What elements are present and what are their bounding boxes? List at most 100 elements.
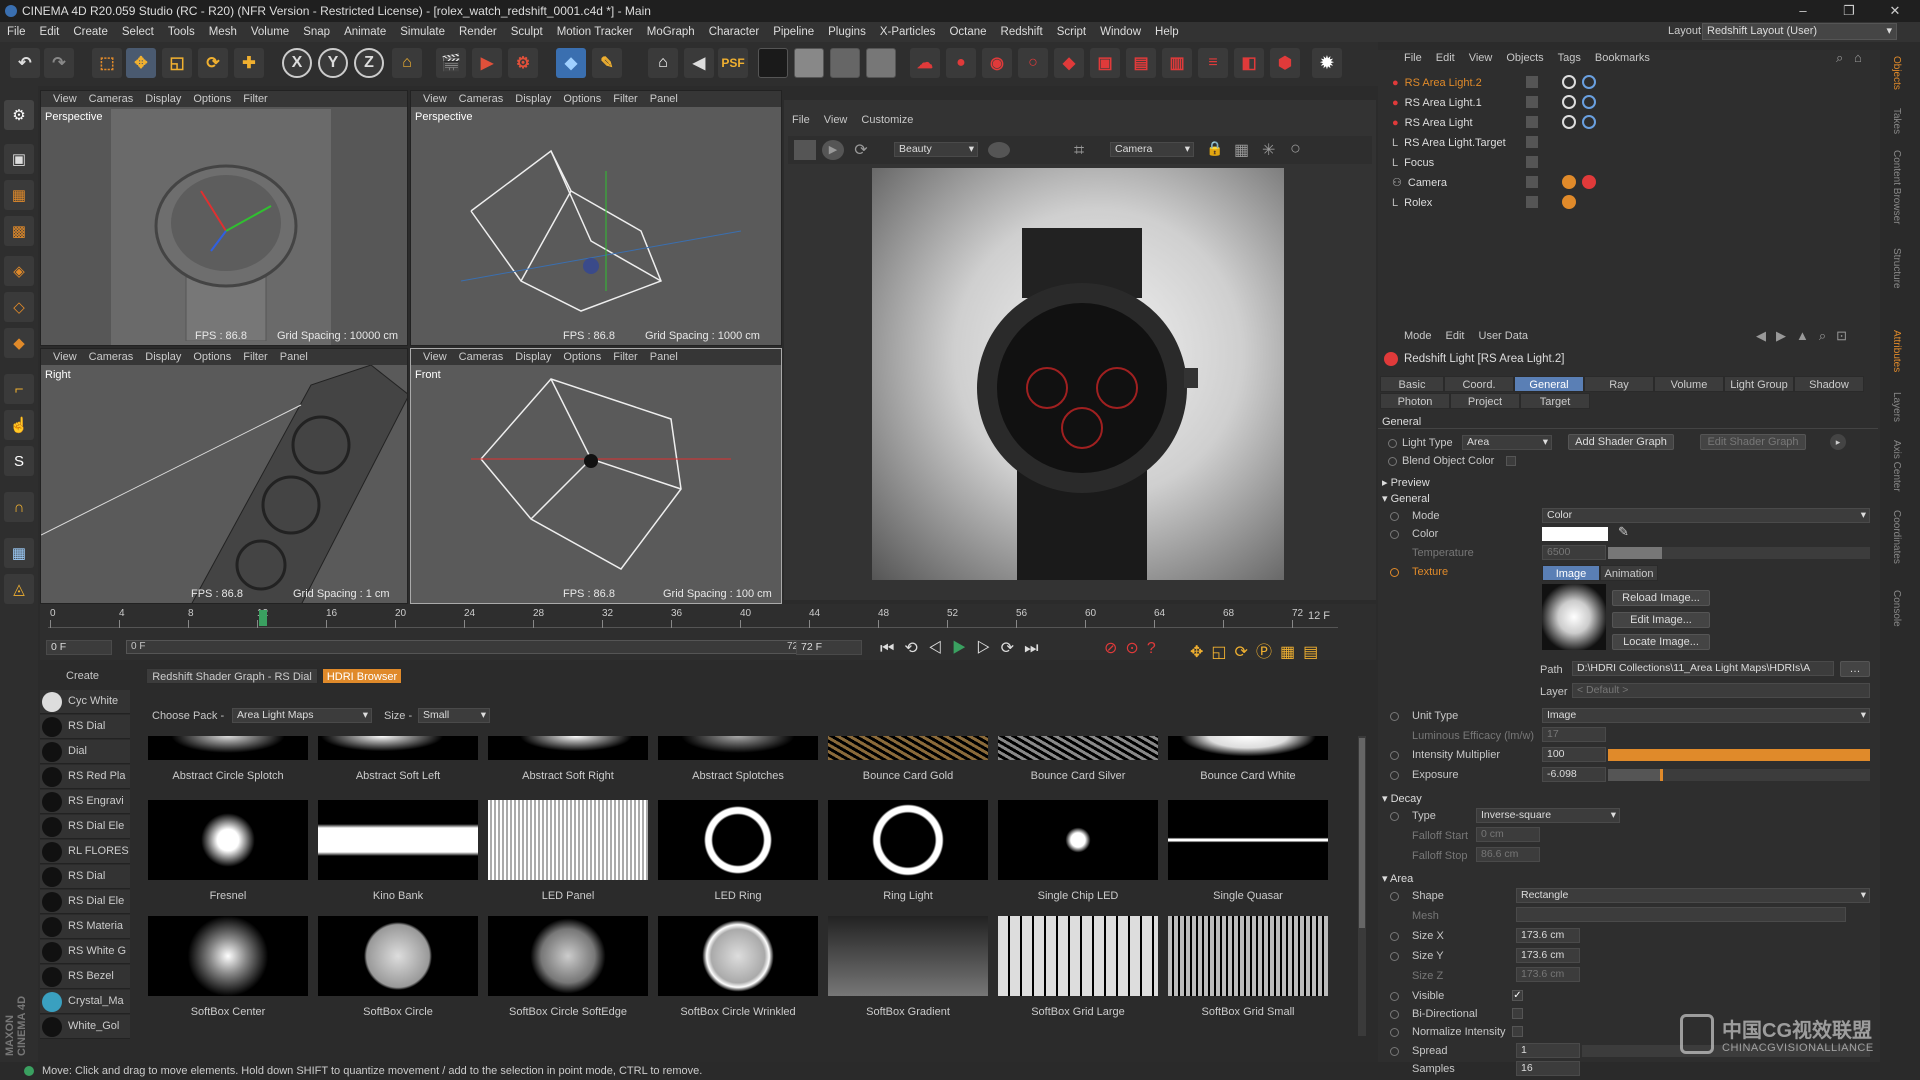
pen-icon[interactable]: ✎ — [592, 48, 622, 78]
redshift-material-icon[interactable]: ▣ — [1090, 48, 1120, 78]
hdri-thumbnail[interactable] — [488, 736, 648, 760]
material-item[interactable]: RS Bezel — [40, 965, 130, 989]
playhead[interactable] — [259, 610, 267, 626]
viewport-perspective-1[interactable]: View Cameras Display Options Filter Perspect… — [40, 90, 408, 346]
hdri-thumbnail[interactable] — [488, 800, 648, 880]
hdri-thumbnail[interactable] — [148, 916, 308, 996]
vp-menu-view[interactable]: View — [53, 93, 77, 105]
play-forward-icon[interactable]: ▶ — [952, 640, 976, 657]
size-y-field[interactable]: 173.6 cm — [1516, 948, 1580, 963]
tab-animation[interactable]: Animation — [1600, 565, 1658, 581]
visible-checkbox[interactable]: ✓ — [1512, 990, 1523, 1001]
vp-menu-display[interactable]: Display — [145, 351, 181, 363]
redshift-object-icon[interactable]: ≡ — [1198, 48, 1228, 78]
tab-image[interactable]: Image — [1542, 565, 1600, 581]
up-arrow-icon[interactable]: ▲ — [1796, 328, 1819, 343]
light-type-select[interactable]: Area ▾ — [1462, 435, 1552, 450]
key-pla-icon[interactable]: ▦ — [1280, 644, 1303, 661]
redshift-aov-icon[interactable]: ▤ — [1126, 48, 1156, 78]
make-editable-icon[interactable]: ⚙ — [4, 100, 34, 130]
am-menu-edit[interactable]: Edit — [1446, 330, 1465, 342]
vp-menu-panel[interactable]: Panel — [280, 351, 308, 363]
side-tab-layers[interactable]: Layers — [1891, 392, 1902, 422]
rotate-icon[interactable]: ⟳ — [198, 48, 228, 78]
shape-select[interactable]: Rectangle ▾ — [1516, 888, 1870, 903]
vp-menu-options[interactable]: Options — [563, 351, 601, 363]
side-tab-structure[interactable]: Structure — [1891, 248, 1902, 289]
speaker-icon[interactable]: ◀ — [684, 48, 714, 78]
forward-arrow-icon[interactable]: ▶ — [1776, 328, 1796, 343]
tab-shader-graph[interactable]: Redshift Shader Graph - RS Dial — [146, 668, 318, 684]
material-item[interactable]: RS Dial — [40, 865, 130, 889]
transform-icon[interactable]: ✚ — [234, 48, 264, 78]
prev-frame-icon[interactable]: ◁ — [928, 640, 952, 657]
object-row[interactable]: ⚇ Camera — [1392, 174, 1528, 192]
redshift-proxy-icon[interactable]: ◆ — [1054, 48, 1084, 78]
maximize-button[interactable]: ❐ — [1826, 0, 1872, 22]
hdri-thumbnail[interactable] — [148, 736, 308, 760]
background-icon[interactable] — [830, 48, 860, 78]
intensity-field[interactable]: 100 — [1542, 747, 1606, 762]
live-selection-icon[interactable]: ⬚ — [92, 48, 122, 78]
tab-ray[interactable]: Ray — [1584, 376, 1654, 392]
redshift-camera-tag-icon[interactable] — [1582, 175, 1596, 189]
circle-icon[interactable]: ○ — [1290, 138, 1301, 159]
object-row[interactable]: L Focus — [1392, 154, 1528, 172]
floor-icon[interactable] — [758, 48, 788, 78]
spread-field[interactable]: 1 — [1516, 1043, 1580, 1058]
menu-motion-tracker[interactable]: Motion Tracker — [550, 22, 640, 42]
menu-mesh[interactable]: Mesh — [202, 22, 244, 42]
redshift-tag-icon[interactable] — [1562, 115, 1576, 129]
z-axis-lock-button[interactable]: Z — [354, 48, 384, 78]
material-item[interactable]: RS Engravi — [40, 790, 130, 814]
falloff-stop-field[interactable]: 86.6 cm — [1476, 847, 1540, 862]
move-icon[interactable]: ✥ — [126, 48, 156, 78]
material-item[interactable]: Cyc White — [40, 690, 130, 714]
material-item[interactable]: RL FLORES — [40, 840, 130, 864]
target-tag-icon[interactable] — [1582, 115, 1596, 129]
intensity-slider[interactable] — [1608, 749, 1870, 761]
decay-type-select[interactable]: Inverse-square ▾ — [1476, 808, 1620, 823]
scale-icon[interactable]: ◱ — [162, 48, 192, 78]
hdri-thumbnail[interactable] — [1168, 736, 1328, 760]
mode-radio[interactable] — [1390, 512, 1399, 521]
viewport-front[interactable]: View Cameras Display Options Filter Panel Fro… — [410, 348, 782, 604]
mesh-field[interactable] — [1516, 907, 1846, 922]
unit-type-radio[interactable] — [1390, 712, 1399, 721]
hdri-thumbnail[interactable] — [998, 736, 1158, 760]
menu-plugins[interactable]: Plugins — [821, 22, 873, 42]
object-row[interactable]: L RS Area Light.Target — [1392, 134, 1528, 152]
protection-tag-icon[interactable] — [1562, 195, 1576, 209]
hdri-thumbnail[interactable] — [1168, 916, 1328, 996]
menu-redshift[interactable]: Redshift — [994, 22, 1050, 42]
visibility-toggle[interactable] — [1526, 76, 1538, 88]
side-tab-coordinates[interactable]: Coordinates — [1891, 510, 1902, 564]
om-menu-tags[interactable]: Tags — [1558, 52, 1581, 64]
visibility-toggle[interactable] — [1526, 176, 1538, 188]
blend-object-color-checkbox[interactable] — [1506, 456, 1516, 466]
size-select[interactable]: Small ▾ — [418, 708, 490, 723]
end-frame-field[interactable]: 72 F — [796, 640, 862, 655]
layer-select[interactable]: < Default > — [1572, 683, 1870, 698]
vp-menu-cameras[interactable]: Cameras — [89, 351, 134, 363]
hdri-thumbnail[interactable] — [658, 916, 818, 996]
object-row[interactable]: L Rolex — [1392, 194, 1528, 212]
vp-menu-options[interactable]: Options — [563, 93, 601, 105]
sky-icon[interactable] — [794, 48, 824, 78]
normalize-radio[interactable] — [1390, 1028, 1399, 1037]
coordinate-system-icon[interactable]: ⌂ — [392, 48, 422, 78]
home-icon[interactable]: ⌂ — [1854, 50, 1862, 65]
vp-menu-view[interactable]: View — [423, 93, 447, 105]
render-settings-icon[interactable]: ⚙ — [508, 48, 538, 78]
lock-icon[interactable]: ⊡ — [1836, 328, 1857, 343]
go-to-end-icon[interactable]: ⏭ — [1024, 640, 1048, 657]
lock-icon[interactable]: 🔒 — [1206, 140, 1223, 157]
exposure-field[interactable]: -6.098 — [1542, 767, 1606, 782]
grid-view-icon[interactable]: ▦ — [1234, 140, 1249, 160]
material-item[interactable]: White_Gol — [40, 1015, 130, 1039]
blend-object-color-radio[interactable] — [1388, 457, 1397, 466]
hdri-thumbnail[interactable] — [658, 736, 818, 760]
redshift-tag-icon[interactable] — [1562, 75, 1576, 89]
vp-menu-display[interactable]: Display — [515, 351, 551, 363]
go-to-start-icon[interactable]: ⏮ — [880, 640, 904, 657]
